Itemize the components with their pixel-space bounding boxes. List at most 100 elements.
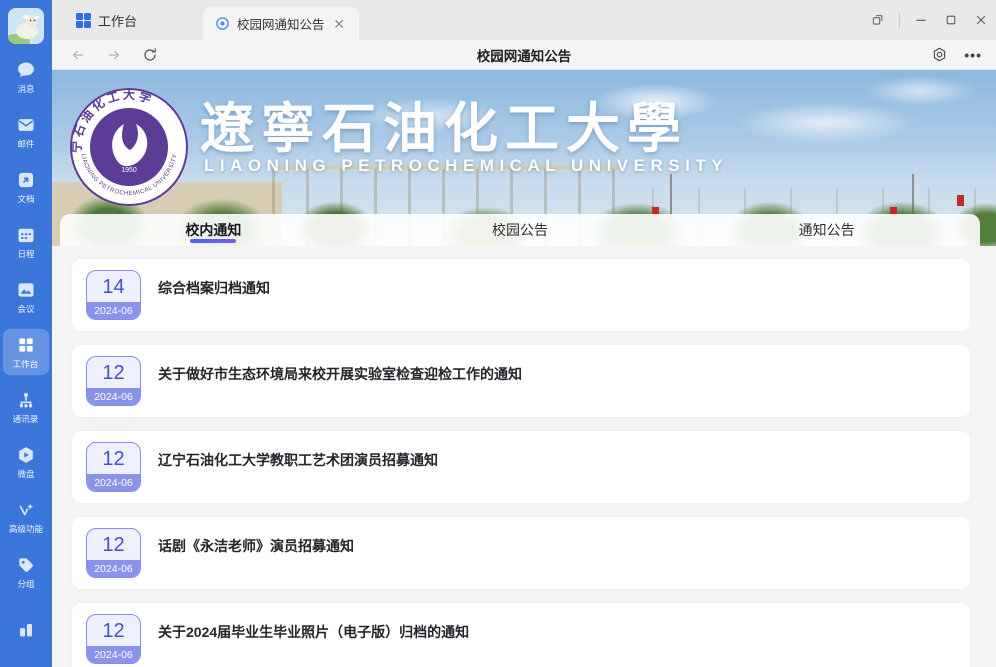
notice-list: 14 2024-06 综合档案归档通知 12 2024-06 关于做好市生态环境… bbox=[52, 246, 996, 667]
contacts-org-icon bbox=[16, 390, 36, 410]
sidebar-item-contacts[interactable]: 通讯录 bbox=[3, 384, 49, 430]
page-toolbar: 校园网通知公告 ••• bbox=[52, 40, 996, 70]
sidebar-item-workbench[interactable]: 工作台 bbox=[3, 329, 49, 375]
notice-item[interactable]: 14 2024-06 综合档案归档通知 bbox=[72, 259, 970, 331]
date-day: 12 bbox=[87, 529, 140, 560]
tab-close-icon[interactable]: ✕ bbox=[329, 15, 349, 33]
sidebar-item-calendar[interactable]: 日程 bbox=[3, 219, 49, 265]
campus-banner: 辽宁石油化工大学 LIAONING PETROCHEMICAL UNIVERSI… bbox=[52, 70, 996, 246]
date-day: 14 bbox=[87, 271, 140, 302]
sidebar-item-label: 分组 bbox=[17, 577, 34, 589]
back-arrow-icon bbox=[70, 47, 86, 63]
date-month: 2024-06 bbox=[87, 560, 140, 577]
tag-icon bbox=[16, 555, 36, 575]
forward-arrow-icon bbox=[106, 47, 122, 63]
notice-title: 辽宁石油化工大学教职工艺术团演员招募通知 bbox=[158, 451, 438, 470]
sidebar-item-label: 文档 bbox=[17, 192, 34, 204]
date-month: 2024-06 bbox=[87, 474, 140, 491]
popout-icon bbox=[871, 13, 885, 27]
sidebar-item-drive[interactable]: 微盘 bbox=[3, 439, 49, 485]
calendar-icon bbox=[16, 225, 36, 245]
workbench-tab-label: 工作台 bbox=[98, 11, 137, 30]
bar-chart-icon bbox=[15, 619, 37, 641]
sidebar-item-meeting[interactable]: 会议 bbox=[3, 274, 49, 320]
sheep-avatar-image bbox=[8, 8, 44, 44]
page-title: 校园网通知公告 bbox=[52, 45, 996, 65]
maximize-icon bbox=[944, 13, 958, 27]
sidebar-item-advanced[interactable]: 高级功能 bbox=[3, 494, 49, 540]
refresh-button[interactable] bbox=[138, 43, 162, 67]
sidebar-item-label: 日程 bbox=[17, 247, 34, 259]
workbench-grid-icon bbox=[76, 13, 91, 28]
notice-title: 话剧《永洁老师》演员招募通知 bbox=[158, 537, 354, 556]
page-tab-campus-notice[interactable]: 校园网通知公告 ✕ bbox=[203, 7, 359, 40]
sidebar-item-label: 工作台 bbox=[13, 357, 39, 369]
workbench-tab[interactable]: 工作台 bbox=[62, 0, 151, 40]
active-tab-underline bbox=[190, 239, 236, 243]
notice-item[interactable]: 12 2024-06 关于2024届毕业生毕业照片（电子版）归档的通知 bbox=[72, 603, 970, 667]
notice-title: 关于2024届毕业生毕业照片（电子版）归档的通知 bbox=[158, 623, 469, 642]
sidebar-item-label: 通讯录 bbox=[13, 412, 39, 424]
tab-campus-internal-notice[interactable]: 校内通知 bbox=[60, 214, 367, 246]
sidebar-item-label: 微盘 bbox=[17, 467, 34, 479]
tab-label: 通知公告 bbox=[799, 220, 855, 240]
settings-button[interactable] bbox=[931, 46, 948, 63]
page-tab-icon bbox=[215, 16, 230, 31]
user-avatar[interactable] bbox=[8, 8, 44, 44]
sidebar-item-messages[interactable]: 消息 bbox=[3, 54, 49, 100]
tab-label: 校内通知 bbox=[185, 220, 241, 240]
minimize-button[interactable] bbox=[906, 0, 936, 40]
notice-item[interactable]: 12 2024-06 辽宁石油化工大学教职工艺术团演员招募通知 bbox=[72, 431, 970, 503]
page-tab-label: 校园网通知公告 bbox=[237, 14, 325, 33]
notice-title: 综合档案归档通知 bbox=[158, 279, 270, 298]
date-badge: 12 2024-06 bbox=[86, 614, 141, 664]
tab-label: 校园公告 bbox=[492, 220, 548, 240]
mail-icon bbox=[16, 115, 36, 135]
gear-icon bbox=[931, 46, 948, 63]
sidebar-item-stats[interactable] bbox=[3, 607, 49, 653]
date-badge: 12 2024-06 bbox=[86, 442, 141, 492]
sidebar-item-label: 会议 bbox=[17, 302, 34, 314]
sidebar-item-mail[interactable]: 邮件 bbox=[3, 109, 49, 155]
tab-campus-announcement[interactable]: 校园公告 bbox=[367, 214, 674, 246]
titlebar: 工作台 校园网通知公告 ✕ bbox=[52, 0, 996, 40]
close-icon bbox=[974, 13, 988, 27]
sidebar-item-groups[interactable]: 分组 bbox=[3, 549, 49, 595]
advanced-features-icon bbox=[16, 500, 36, 520]
tab-notice-announcement[interactable]: 通知公告 bbox=[673, 214, 980, 246]
close-button[interactable] bbox=[966, 0, 996, 40]
university-name-cn: 遼寧石油化工大學 bbox=[200, 84, 688, 163]
popout-window-button[interactable] bbox=[863, 0, 893, 40]
logo-year: 1950 bbox=[121, 167, 137, 174]
chat-bubble-icon bbox=[16, 60, 36, 80]
sidebar-item-docs[interactable]: 文档 bbox=[3, 164, 49, 210]
sidebar-items: 消息 邮件 文档 bbox=[0, 54, 52, 595]
back-button[interactable] bbox=[66, 43, 90, 67]
date-day: 12 bbox=[87, 357, 140, 388]
controls-divider bbox=[899, 13, 900, 28]
notice-category-tabs: 校内通知 校园公告 通知公告 bbox=[60, 214, 980, 246]
notice-item[interactable]: 12 2024-06 关于做好市生态环境局来校开展实验室检查迎检工作的通知 bbox=[72, 345, 970, 417]
date-badge: 14 2024-06 bbox=[86, 270, 141, 320]
date-day: 12 bbox=[87, 443, 140, 474]
forward-button[interactable] bbox=[102, 43, 126, 67]
university-name-en: LIAONING PETROCHEMICAL UNIVERSITY bbox=[204, 156, 728, 176]
date-month: 2024-06 bbox=[87, 646, 140, 663]
meeting-icon bbox=[16, 280, 36, 300]
date-month: 2024-06 bbox=[87, 388, 140, 405]
sidebar: 消息 邮件 文档 bbox=[0, 0, 52, 667]
toolbar-right: ••• bbox=[931, 46, 982, 63]
document-icon bbox=[16, 170, 36, 190]
university-logo: 辽宁石油化工大学 LIAONING PETROCHEMICAL UNIVERSI… bbox=[68, 86, 190, 208]
notice-item[interactable]: 12 2024-06 话剧《永洁老师》演员招募通知 bbox=[72, 517, 970, 589]
window-controls bbox=[863, 0, 996, 40]
refresh-icon bbox=[142, 47, 158, 63]
sidebar-item-label: 邮件 bbox=[17, 137, 34, 149]
red-flag bbox=[957, 195, 964, 206]
app-window: 消息 邮件 文档 bbox=[0, 0, 996, 667]
date-badge: 12 2024-06 bbox=[86, 356, 141, 406]
maximize-button[interactable] bbox=[936, 0, 966, 40]
more-options-button[interactable]: ••• bbox=[964, 47, 982, 63]
sidebar-item-label: 消息 bbox=[17, 82, 34, 94]
workbench-grid-icon bbox=[16, 335, 36, 355]
